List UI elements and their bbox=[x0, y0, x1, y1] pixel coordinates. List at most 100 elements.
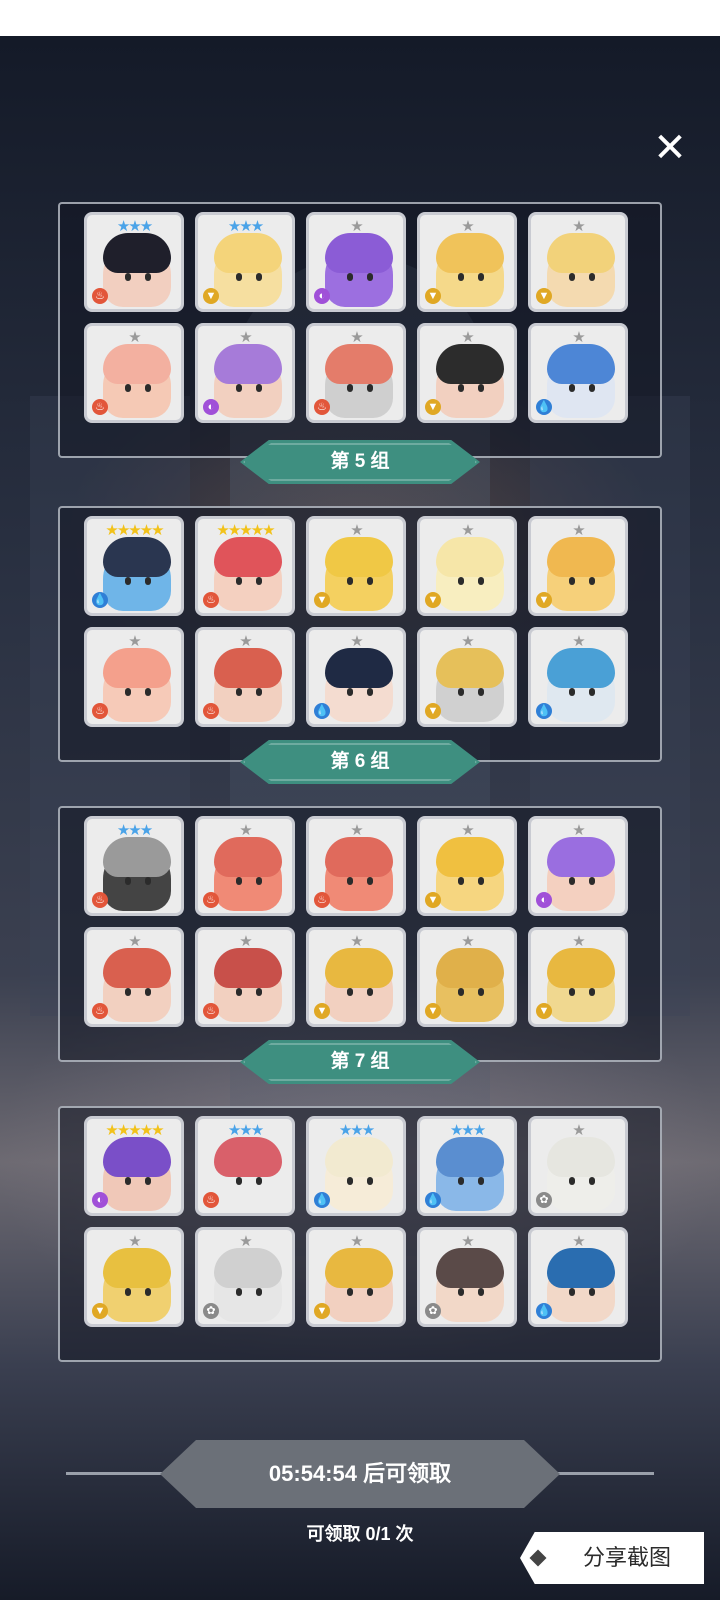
hero-card[interactable]: ★ ▼ bbox=[417, 816, 517, 916]
hero-hair bbox=[547, 1137, 615, 1177]
hero-card[interactable]: ★★★ 💧 bbox=[306, 1116, 406, 1216]
hero-card[interactable]: ★ ▼ bbox=[528, 927, 628, 1027]
star-rating: ★ bbox=[572, 822, 585, 839]
group-panel: ★★★ ♨ ★ ♨ ★ ♨ ★ ▼ ★ ◐ ★ ♨ ★ ♨ ★ ▼ ★ ▼ ★ ▼ bbox=[58, 806, 662, 1062]
share-button-label: 分享截图 bbox=[582, 1545, 671, 1570]
hero-card[interactable]: ★ ◐ bbox=[195, 323, 295, 423]
earth-element-icon: ▼ bbox=[92, 1303, 108, 1319]
star-rating: ★ bbox=[572, 522, 585, 539]
star-rating: ★ bbox=[572, 218, 585, 235]
water-element-icon: 💧 bbox=[536, 703, 552, 719]
hero-card[interactable]: ★ ▼ bbox=[417, 927, 517, 1027]
hero-eye bbox=[256, 273, 262, 281]
dark-element-icon: ◐ bbox=[536, 892, 552, 908]
fire-element-icon: ♨ bbox=[314, 399, 330, 415]
hero-card[interactable]: ★ ▼ bbox=[417, 516, 517, 616]
hero-card[interactable]: ★ ▼ bbox=[417, 627, 517, 727]
hero-card[interactable]: ★ 💧 bbox=[528, 1227, 628, 1327]
hero-card[interactable]: ★ ♨ bbox=[306, 323, 406, 423]
hero-eye bbox=[347, 577, 353, 585]
light-element-icon: ✿ bbox=[425, 1303, 441, 1319]
hero-eye bbox=[367, 877, 373, 885]
hero-card[interactable]: ★ ♨ bbox=[84, 627, 184, 727]
hero-card[interactable]: ★ 💧 bbox=[528, 627, 628, 727]
hero-card[interactable]: ★★★ ♨ bbox=[84, 212, 184, 312]
hero-eye bbox=[458, 384, 464, 392]
water-element-icon: 💧 bbox=[314, 703, 330, 719]
hero-card[interactable]: ★ ✿ bbox=[195, 1227, 295, 1327]
hero-hair bbox=[214, 344, 282, 384]
hero-hair bbox=[436, 233, 504, 273]
water-element-icon: 💧 bbox=[536, 1303, 552, 1319]
hero-eye bbox=[347, 273, 353, 281]
hero-card[interactable]: ★ ♨ bbox=[84, 323, 184, 423]
hero-card[interactable]: ★ ♨ bbox=[195, 927, 295, 1027]
share-screenshot-button[interactable]: 分享截图 bbox=[520, 1532, 704, 1584]
hero-card[interactable]: ★ ◐ bbox=[528, 816, 628, 916]
light-element-icon: ✿ bbox=[536, 1192, 552, 1208]
hero-card[interactable]: ★★★ 💧 bbox=[417, 1116, 517, 1216]
fire-element-icon: ♨ bbox=[314, 892, 330, 908]
hero-card[interactable]: ★★★ ▼ bbox=[195, 212, 295, 312]
hero-card[interactable]: ★ 💧 bbox=[528, 323, 628, 423]
hero-card[interactable]: ★ 💧 bbox=[306, 627, 406, 727]
hero-card[interactable]: ★★★ ♨ bbox=[195, 1116, 295, 1216]
hero-card[interactable]: ★★★★★ 💧 bbox=[84, 516, 184, 616]
close-icon[interactable]: ✕ bbox=[646, 124, 694, 172]
hero-eye bbox=[347, 877, 353, 885]
star-rating: ★ bbox=[128, 633, 141, 650]
group-list[interactable]: ★★★♨★★★▼★◐★▼★▼★♨★◐★♨★▼★💧第 4 组★★★★★💧★★★★★… bbox=[0, 188, 720, 1410]
star-rating: ★ bbox=[350, 633, 363, 650]
hero-hair bbox=[436, 1248, 504, 1288]
hero-hair bbox=[325, 537, 393, 577]
hero-card[interactable]: ★ ▼ bbox=[528, 516, 628, 616]
hero-card[interactable]: ★★★★★ ◐ bbox=[84, 1116, 184, 1216]
fire-element-icon: ♨ bbox=[92, 399, 108, 415]
earth-element-icon: ▼ bbox=[425, 1003, 441, 1019]
hero-card[interactable]: ★★★ ♨ bbox=[84, 816, 184, 916]
hero-hair bbox=[436, 344, 504, 384]
hero-card[interactable]: ★ ▼ bbox=[84, 1227, 184, 1327]
hero-eye bbox=[256, 988, 262, 996]
hero-eye bbox=[236, 988, 242, 996]
hero-eye bbox=[569, 988, 575, 996]
hero-card[interactable]: ★★★★★ ♨ bbox=[195, 516, 295, 616]
hero-card[interactable]: ★ ▼ bbox=[417, 323, 517, 423]
water-element-icon: 💧 bbox=[425, 1192, 441, 1208]
hero-eye bbox=[347, 1177, 353, 1185]
hero-card[interactable]: ★ ✿ bbox=[417, 1227, 517, 1327]
earth-element-icon: ▼ bbox=[203, 288, 219, 304]
star-rating: ★ bbox=[461, 633, 474, 650]
hero-card[interactable]: ★ ✿ bbox=[528, 1116, 628, 1216]
hero-eye bbox=[589, 988, 595, 996]
fire-element-icon: ♨ bbox=[92, 703, 108, 719]
group-panel: ★★★★★ ◐ ★★★ ♨ ★★★ 💧 ★★★ 💧 ★ ✿ ★ ▼ ★ ✿ ★ ▼ ★ ✿ ★ 💧 bbox=[58, 1106, 662, 1362]
star-rating: ★ bbox=[128, 1233, 141, 1250]
hero-card[interactable]: ★ ◐ bbox=[306, 212, 406, 312]
star-rating: ★★★★★ bbox=[105, 522, 164, 539]
fire-element-icon: ♨ bbox=[203, 592, 219, 608]
hero-card[interactable]: ★ ♨ bbox=[84, 927, 184, 1027]
hero-card[interactable]: ★ ▼ bbox=[306, 516, 406, 616]
hero-card[interactable]: ★ ▼ bbox=[528, 212, 628, 312]
hero-hair bbox=[325, 344, 393, 384]
group-banner: 第 6 组 bbox=[240, 740, 480, 784]
hero-card[interactable]: ★ ▼ bbox=[306, 1227, 406, 1327]
hero-eye bbox=[458, 1288, 464, 1296]
star-rating: ★ bbox=[572, 1122, 585, 1139]
hero-hair bbox=[547, 837, 615, 877]
hero-hair bbox=[214, 1137, 282, 1177]
water-element-icon: 💧 bbox=[536, 399, 552, 415]
hero-card[interactable]: ★ ▼ bbox=[306, 927, 406, 1027]
claim-button[interactable]: 05:54:54 后可领取 bbox=[160, 1440, 560, 1508]
hero-eye bbox=[569, 1288, 575, 1296]
earth-element-icon: ▼ bbox=[425, 892, 441, 908]
hero-card[interactable]: ★ ▼ bbox=[417, 212, 517, 312]
hero-card[interactable]: ★ ♨ bbox=[195, 627, 295, 727]
star-rating: ★★★ bbox=[116, 822, 153, 839]
hero-card[interactable]: ★ ♨ bbox=[306, 816, 406, 916]
hero-eye bbox=[236, 384, 242, 392]
hero-card[interactable]: ★ ♨ bbox=[195, 816, 295, 916]
hero-eye bbox=[125, 1177, 131, 1185]
hero-hair bbox=[325, 648, 393, 688]
